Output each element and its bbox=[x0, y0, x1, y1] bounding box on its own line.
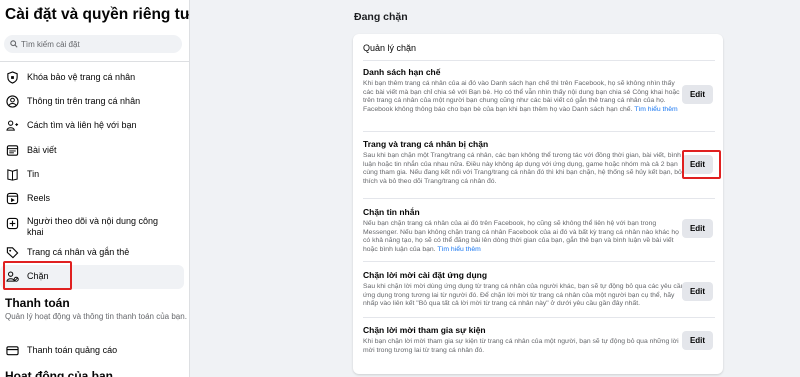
divider bbox=[363, 198, 715, 199]
learn-more-link[interactable]: Tìm hiểu thêm bbox=[437, 246, 480, 253]
activity-title: Hoạt động của bạn bbox=[5, 369, 113, 377]
payments-title: Thanh toán bbox=[5, 296, 70, 310]
book-icon bbox=[7, 169, 18, 181]
divider bbox=[363, 317, 715, 318]
sidebar-item-profile-tagging[interactable]: Trang cá nhân và gắn thẻ bbox=[0, 245, 184, 261]
shield-icon bbox=[7, 71, 18, 84]
section-title: Chặn lời mời cài đặt ứng dụng bbox=[363, 270, 488, 280]
tag-icon bbox=[6, 247, 19, 259]
divider bbox=[363, 60, 715, 61]
people-icon bbox=[6, 120, 19, 131]
edit-blocked-pages-button[interactable]: Edit bbox=[682, 155, 713, 174]
search-input[interactable] bbox=[21, 39, 171, 49]
user-block-icon bbox=[6, 271, 19, 282]
manage-blocking-card: Quản lý chặn Danh sách hạn chế Khi bạn t… bbox=[353, 34, 723, 374]
divider bbox=[363, 131, 715, 132]
settings-sidebar: Cài đặt và quyền riêng tư Khóa bảo vệ tr… bbox=[0, 0, 190, 377]
edit-app-invites-button[interactable]: Edit bbox=[682, 282, 713, 301]
sidebar-item-label: Reels bbox=[27, 193, 51, 203]
credit-card-icon bbox=[6, 346, 19, 356]
edit-event-invites-button[interactable]: Edit bbox=[682, 331, 713, 350]
sidebar-item-label: Bài viết bbox=[27, 145, 57, 155]
restricted-list-section: Danh sách hạn chế Khi bạn thêm trang cá … bbox=[363, 67, 715, 114]
page-title: Đang chặn bbox=[354, 11, 408, 23]
blocked-pages-section: Trang và trang cá nhân bị chặn Sau khi b… bbox=[363, 139, 715, 186]
block-messages-section: Chặn tin nhắn Nếu bạn chặn trang cá nhân… bbox=[363, 207, 715, 254]
sidebar-item-stories[interactable]: Tin bbox=[0, 167, 184, 183]
sidebar-item-label: Chặn bbox=[27, 271, 49, 281]
posts-icon bbox=[6, 145, 19, 156]
sidebar-item-label: Người theo dõi và nội dung công khai bbox=[27, 216, 159, 237]
section-title: Chặn lời mời tham gia sự kiện bbox=[363, 325, 486, 335]
sidebar-item-reels[interactable]: Reels bbox=[0, 191, 184, 207]
description-text: Nếu bạn chặn trang cá nhân của ai đó trê… bbox=[363, 220, 679, 253]
sidebar-item-label: Tin bbox=[27, 169, 40, 179]
reels-icon bbox=[6, 192, 19, 205]
sidebar-item-label: Thanh toán quảng cáo bbox=[27, 345, 118, 355]
section-description: Nếu bạn chặn trang cá nhân của ai đó trê… bbox=[363, 220, 685, 254]
sidebar-item-posts[interactable]: Bài viết bbox=[0, 143, 184, 159]
learn-more-link[interactable]: Tìm hiểu thêm bbox=[634, 106, 677, 113]
card-title: Quản lý chặn bbox=[363, 43, 417, 53]
edit-restricted-list-button[interactable]: Edit bbox=[682, 85, 713, 104]
payments-description: Quản lý hoạt động và thông tin thanh toá… bbox=[5, 312, 187, 321]
section-title: Chặn tin nhắn bbox=[363, 207, 420, 217]
section-title: Trang và trang cá nhân bị chặn bbox=[363, 139, 489, 149]
sidebar-item-ad-payments[interactable]: Thanh toán quảng cáo bbox=[0, 343, 184, 359]
sidebar-divider bbox=[0, 61, 189, 62]
sidebar-item-blocking[interactable]: Chặn bbox=[0, 265, 184, 289]
sidebar-title: Cài đặt và quyền riêng tư bbox=[5, 6, 190, 23]
sidebar-item-profile-lock[interactable]: Khóa bảo vệ trang cá nhân bbox=[0, 70, 184, 86]
sidebar-item-profile-info[interactable]: Thông tin trên trang cá nhân bbox=[0, 94, 184, 110]
section-title: Danh sách hạn chế bbox=[363, 67, 441, 77]
plus-square-icon bbox=[6, 217, 19, 230]
divider bbox=[363, 261, 715, 262]
description-text: Khi bạn thêm trang cá nhân của ai đó vào… bbox=[363, 80, 680, 113]
section-description: Khi bạn thêm trang cá nhân của ai đó vào… bbox=[363, 80, 685, 114]
edit-block-messages-button[interactable]: Edit bbox=[682, 219, 713, 238]
sidebar-item-label: Trang cá nhân và gắn thẻ bbox=[27, 247, 130, 257]
user-circle-icon bbox=[6, 95, 19, 108]
section-description: Sau khi chặn lời mời dùng ứng dụng từ tr… bbox=[363, 283, 685, 308]
section-description: Sau khi bạn chặn một Trang/trang cá nhân… bbox=[363, 152, 682, 185]
sidebar-item-label: Cách tìm và liên hệ với bạn bbox=[27, 120, 137, 130]
search-icon bbox=[10, 40, 18, 48]
sidebar-item-followers[interactable]: Người theo dõi và nội dung công khai bbox=[0, 214, 184, 240]
search-box[interactable] bbox=[4, 35, 182, 53]
sidebar-item-label: Thông tin trên trang cá nhân bbox=[27, 96, 141, 106]
section-description: Khi bạn chặn lời mời tham gia sự kiện từ… bbox=[363, 338, 679, 354]
block-app-invites-section: Chặn lời mời cài đặt ứng dụng Sau khi ch… bbox=[363, 270, 715, 309]
sidebar-item-find-contact[interactable]: Cách tìm và liên hệ với bạn bbox=[0, 118, 184, 134]
sidebar-item-label: Khóa bảo vệ trang cá nhân bbox=[27, 72, 136, 82]
block-event-invites-section: Chặn lời mời tham gia sự kiện Khi bạn ch… bbox=[363, 325, 715, 355]
